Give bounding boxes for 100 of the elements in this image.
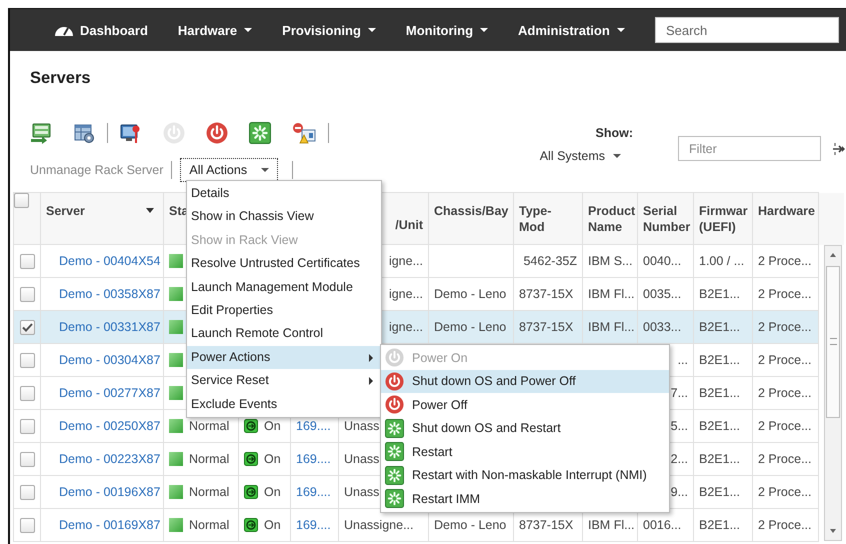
menu-item[interactable]: Shut down OS and Power Off: [381, 370, 669, 393]
table-cell: B2E1...: [699, 419, 740, 433]
status-text: Normal: [189, 518, 230, 532]
table-cell: IBM Fl...: [588, 320, 635, 334]
status-text: Normal: [189, 419, 230, 434]
table-cell: ...: [678, 353, 688, 367]
monitor-pin-icon: [120, 122, 142, 144]
search-field[interactable]: Search: [655, 17, 839, 43]
restart-icon: [385, 418, 404, 438]
toolbar-button[interactable]: [73, 122, 95, 144]
actions-dropdown[interactable]: All Actions: [180, 158, 278, 182]
table-cell: 0040...: [643, 254, 682, 268]
row-checkbox[interactable]: [20, 418, 34, 434]
nav-menu-item[interactable]: Dashboard: [54, 22, 148, 38]
power-state-text: On: [264, 485, 281, 500]
filter-options-icon[interactable]: [832, 142, 846, 156]
menu-item[interactable]: Restart with Non-maskable Interrupt (NMI): [381, 464, 669, 487]
dashboard-gauge-icon: [54, 24, 74, 36]
table-cell: B2E1...: [699, 485, 740, 499]
monitor-arrow-icon: [30, 122, 52, 144]
table-cell: 1.00 / ...: [699, 254, 744, 268]
nav-menu-item[interactable]: Provisioning: [282, 22, 376, 38]
table-cell: Unassigne...: [344, 518, 414, 532]
table-cell: 2 Proce...: [758, 353, 812, 367]
power-icon: [163, 122, 185, 144]
table-cell: IBM Fl...: [588, 287, 635, 301]
table-cell: Unass: [344, 452, 380, 466]
restart-icon: [385, 442, 404, 462]
toolbar-button[interactable]: [206, 122, 228, 144]
table-cell: 2 Proce...: [758, 386, 812, 400]
scroll-up-icon[interactable]: [830, 252, 836, 256]
power-state-text: On: [264, 518, 281, 532]
toolbar-button[interactable]: [292, 122, 316, 144]
row-checkbox[interactable]: [20, 518, 34, 533]
show-dropdown[interactable]: All Systems: [540, 149, 633, 163]
table-cell: 8737-15X: [519, 287, 574, 301]
table-cell: igne...: [388, 287, 423, 301]
row-checkbox[interactable]: [20, 484, 34, 500]
nav-menu-item[interactable]: Administration: [518, 22, 625, 38]
table-cell: B2E1...: [699, 353, 740, 367]
table-cell: 2 Proce...: [758, 287, 812, 301]
scroll-down-icon[interactable]: [830, 528, 836, 532]
toolbar-button[interactable]: [30, 122, 52, 144]
toolbar-button[interactable]: [120, 122, 142, 144]
menu-item[interactable]: Show in Chassis View: [187, 205, 381, 229]
menu-item[interactable]: Power Actions: [187, 346, 381, 370]
toolbar-button[interactable]: [249, 122, 271, 144]
row-checkbox[interactable]: [20, 254, 34, 269]
menu-item[interactable]: Launch Remote Control: [187, 322, 381, 346]
row-checkbox[interactable]: [20, 320, 34, 335]
menu-item[interactable]: Resolve Untrusted Certificates: [187, 252, 381, 276]
table-cell: igne...: [388, 320, 423, 334]
table-cell: 2 Proce...: [758, 419, 812, 433]
grid-gear-icon: [73, 122, 95, 144]
row-checkbox[interactable]: [20, 386, 34, 401]
table-cell: 0016...: [643, 518, 682, 532]
menu-item[interactable]: Service Reset: [187, 369, 381, 393]
sort-caret-icon[interactable]: [146, 208, 154, 213]
table-cell: IBM S...: [588, 254, 632, 268]
table-cell: 2 Proce...: [758, 452, 812, 466]
menu-item[interactable]: Shut down OS and Restart: [381, 416, 669, 440]
table-cell: IBM Fl...: [588, 518, 635, 532]
menu-item[interactable]: Restart: [381, 440, 669, 464]
menu-item[interactable]: Launch Management Module: [187, 276, 381, 299]
nav-menu-item[interactable]: Monitoring: [406, 22, 488, 38]
table-cell: Unass: [344, 419, 380, 433]
vertical-scrollbar[interactable]: [824, 244, 842, 540]
table-cell: 2...: [670, 452, 688, 466]
table-cell: 7...: [670, 386, 688, 400]
row-checkbox[interactable]: [20, 352, 34, 368]
table-cell: Unass: [344, 485, 380, 499]
column-header[interactable]: Server: [46, 203, 85, 219]
column-header[interactable]: /Unit: [395, 217, 423, 233]
nav-menu-item[interactable]: Hardware: [178, 22, 252, 38]
status-text: Normal: [189, 452, 230, 466]
scrollbar-thumb[interactable]: [826, 266, 840, 418]
table-cell: Demo - Leno: [434, 320, 506, 334]
table-cell: B2E1...: [699, 386, 740, 400]
show-label: Show:: [596, 126, 633, 140]
table-cell: 8737-15X: [519, 518, 574, 532]
table-cell: 8737-15X: [519, 320, 574, 334]
page-title: Servers: [29, 68, 92, 88]
table-cell: 2 Proce...: [758, 320, 812, 334]
menu-item[interactable]: Details: [187, 182, 381, 206]
table-cell: 2 Proce...: [758, 518, 812, 532]
table-cell: 5462-35Z: [523, 254, 577, 268]
row-checkbox[interactable]: [20, 452, 34, 467]
menu-item[interactable]: Edit Properties: [187, 298, 381, 322]
table-cell: 0033...: [643, 320, 682, 334]
restart-icon: [385, 489, 404, 508]
menu-item[interactable]: Exclude Events: [187, 392, 381, 416]
power-icon: [385, 372, 404, 391]
table-cell: 9...: [670, 485, 688, 499]
row-checkbox[interactable]: [20, 286, 34, 302]
select-all-checkbox[interactable]: [14, 193, 29, 208]
menu-item[interactable]: Power Off: [381, 393, 669, 416]
caret-icon: [613, 154, 621, 158]
menu-item[interactable]: Restart IMM: [381, 487, 669, 510]
table-cell: B2E1...: [699, 452, 740, 466]
filter-field[interactable]: Filter: [678, 136, 821, 161]
